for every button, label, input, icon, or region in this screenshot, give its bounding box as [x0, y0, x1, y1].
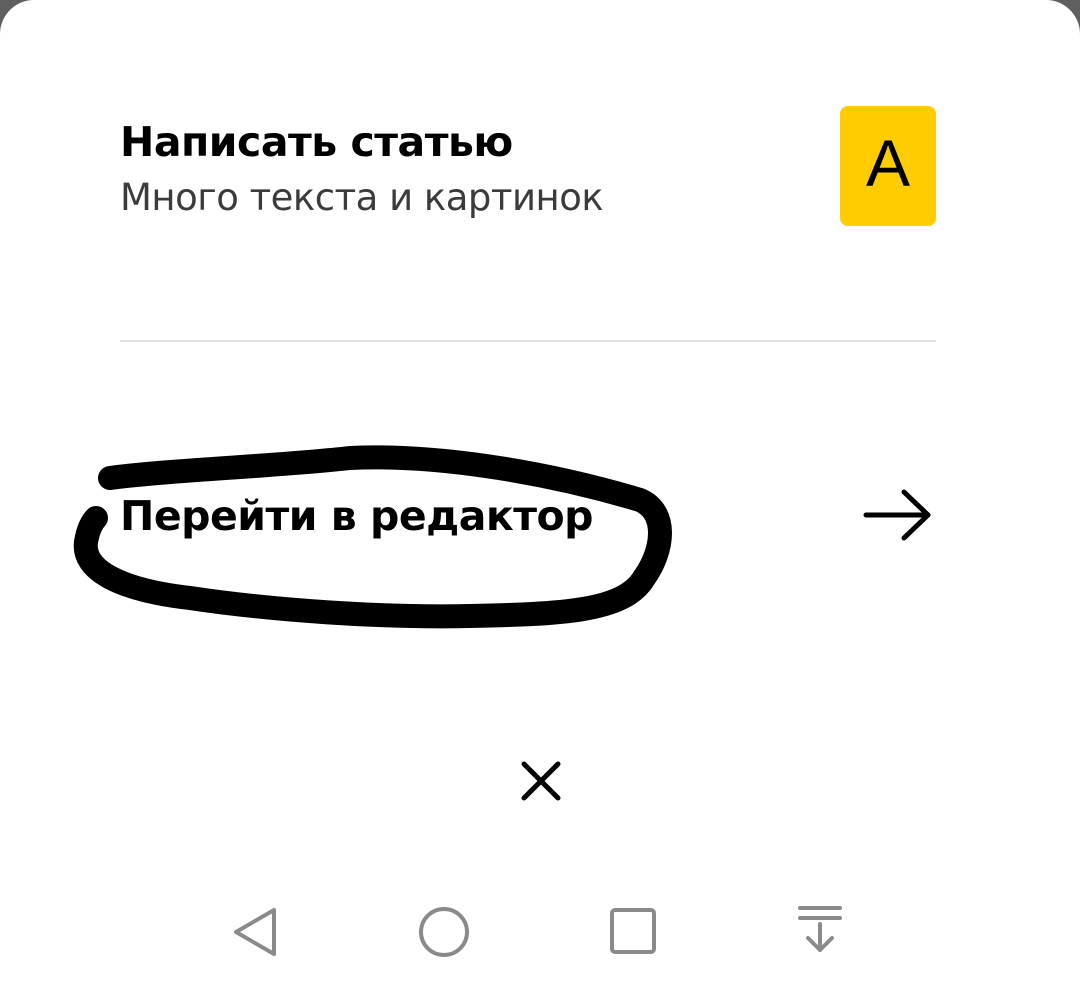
pull-down-icon[interactable] [790, 902, 850, 962]
article-letter: A [865, 126, 911, 200]
article-letter-icon: A [840, 106, 936, 226]
write-article-title: Написать статью [120, 118, 513, 166]
bottom-sheet: Написать статью Много текста и картинок … [0, 0, 1080, 989]
circle-home-icon[interactable] [414, 902, 474, 962]
system-navigation-bar [0, 880, 1080, 980]
go-to-editor-label: Перейти в редактор [120, 492, 594, 540]
write-article-option[interactable]: Написать статью Много текста и картинок … [120, 104, 936, 228]
go-to-editor-link[interactable]: Перейти в редактор [120, 478, 936, 558]
arrow-right-icon [863, 489, 931, 541]
divider [120, 340, 936, 342]
triangle-back-icon[interactable] [226, 902, 286, 962]
close-icon[interactable] [510, 750, 572, 812]
write-article-subtitle: Много текста и картинок [120, 176, 604, 219]
square-recents-icon[interactable] [602, 902, 662, 962]
